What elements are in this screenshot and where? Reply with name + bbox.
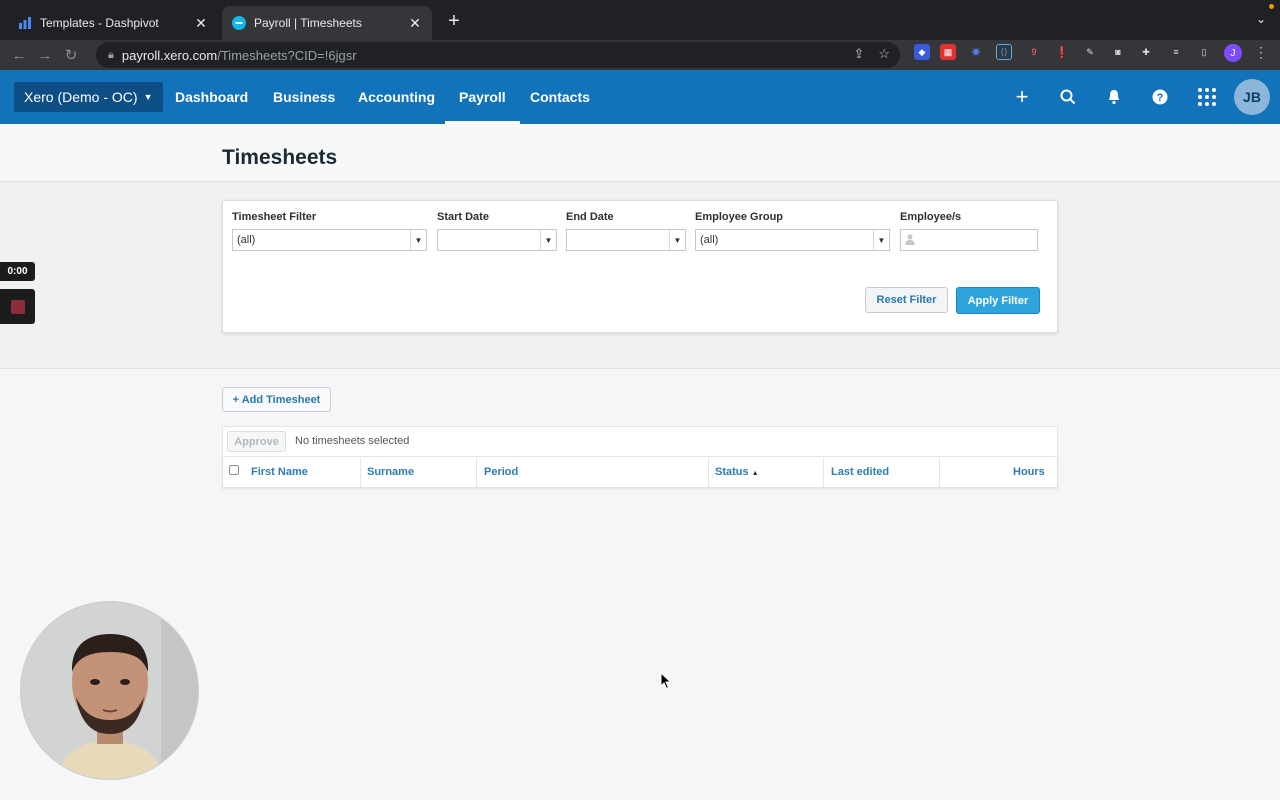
browser-profile-avatar[interactable]: J xyxy=(1224,44,1242,62)
browser-tab-dashpivot[interactable]: Templates - Dashpivot ✕ xyxy=(8,6,218,40)
column-status[interactable]: Status ▲ xyxy=(715,466,759,478)
url-path: /Timesheets?CID=!6jgsr xyxy=(217,47,357,63)
apply-filter-button[interactable]: Apply Filter xyxy=(956,287,1040,314)
add-icon[interactable]: + xyxy=(1009,84,1035,110)
bar-chart-icon xyxy=(19,17,31,29)
dropdown-arrow-icon: ▼ xyxy=(410,230,426,250)
webcam-bubble[interactable] xyxy=(20,601,199,780)
mouse-cursor-icon xyxy=(660,672,672,690)
start-date-picker[interactable]: ▼ xyxy=(437,229,557,251)
side-panel-icon[interactable]: ▯ xyxy=(1196,44,1212,60)
reset-filter-button[interactable]: Reset Filter xyxy=(865,287,948,313)
extension-code-icon[interactable]: ⟨⟩ xyxy=(996,44,1012,60)
help-icon[interactable]: ? xyxy=(1147,84,1173,110)
nav-dashboard[interactable]: Dashboard xyxy=(175,70,248,124)
share-icon[interactable]: ⇪ xyxy=(853,46,864,62)
end-date-picker[interactable]: ▼ xyxy=(566,229,686,251)
extension-pen-icon[interactable]: ✎ xyxy=(1082,44,1098,60)
browser-tab-bar: Templates - Dashpivot ✕ Payroll | Timesh… xyxy=(0,0,1280,40)
camera-icon[interactable]: ◙ xyxy=(1110,44,1126,60)
column-surname[interactable]: Surname xyxy=(367,466,414,478)
caret-down-icon: ▼ xyxy=(143,92,153,102)
reading-list-icon[interactable]: ≡ xyxy=(1168,44,1184,60)
tab-search-chevron-icon[interactable]: ⌄ xyxy=(1256,12,1266,26)
dropdown-arrow-icon: ▼ xyxy=(669,230,685,250)
forward-arrow-icon[interactable]: → xyxy=(32,47,58,64)
page-title-bar xyxy=(0,124,1280,182)
employee-group-value: (all) xyxy=(700,234,719,246)
stop-recording-button[interactable] xyxy=(0,289,35,324)
user-avatar[interactable]: JB xyxy=(1234,79,1270,115)
page-title: Timesheets xyxy=(222,146,338,169)
nav-payroll[interactable]: Payroll xyxy=(445,70,520,124)
extension-shield-icon[interactable]: ◆ xyxy=(914,44,930,60)
column-first-name[interactable]: First Name xyxy=(251,466,308,478)
close-icon[interactable]: ✕ xyxy=(194,15,208,32)
sort-ascending-icon: ▲ xyxy=(751,470,759,477)
column-last-edited[interactable]: Last edited xyxy=(831,466,889,478)
start-date-label: Start Date xyxy=(437,211,489,223)
end-date-label: End Date xyxy=(566,211,614,223)
extension-sparkle-icon[interactable]: ✷ xyxy=(968,44,984,60)
select-all-checkbox[interactable] xyxy=(229,465,239,475)
reload-icon[interactable]: ↻ xyxy=(58,46,84,64)
column-divider xyxy=(708,458,709,487)
nav-business[interactable]: Business xyxy=(273,70,335,124)
employees-input[interactable] xyxy=(900,229,1038,251)
extension-ublock-icon[interactable]: 9 xyxy=(1026,44,1042,60)
column-divider xyxy=(939,458,940,487)
column-status-label: Status xyxy=(715,466,749,478)
employee-group-select[interactable]: (all) ▼ xyxy=(695,229,890,251)
close-icon[interactable]: ✕ xyxy=(408,15,422,32)
timesheet-filter-value: (all) xyxy=(237,234,256,246)
column-period[interactable]: Period xyxy=(484,466,518,478)
tab-title: Templates - Dashpivot xyxy=(40,16,159,30)
column-hours[interactable]: Hours xyxy=(1013,466,1045,478)
selection-status: No timesheets selected xyxy=(295,435,410,447)
timesheet-filter-label: Timesheet Filter xyxy=(232,211,317,223)
recording-timer: 0:00 xyxy=(0,262,35,281)
column-divider xyxy=(360,458,361,487)
extensions-puzzle-icon[interactable]: ✚ xyxy=(1138,44,1154,60)
stop-icon xyxy=(10,299,25,314)
tab-title: Payroll | Timesheets xyxy=(254,16,362,30)
timesheet-filter-select[interactable]: (all) ▼ xyxy=(232,229,427,251)
app-header: Xero (Demo - OC) ▼ Dashboard Business Ac… xyxy=(0,70,1280,124)
column-divider xyxy=(476,458,477,487)
lock-icon: 🔒︎ xyxy=(108,48,114,61)
nav-accounting[interactable]: Accounting xyxy=(358,70,435,124)
dropdown-arrow-icon: ▼ xyxy=(873,230,889,250)
notifications-bell-icon[interactable] xyxy=(1101,84,1127,110)
organisation-switcher[interactable]: Xero (Demo - OC) ▼ xyxy=(14,82,163,112)
dropdown-arrow-icon: ▼ xyxy=(540,230,556,250)
add-timesheet-button[interactable]: + Add Timesheet xyxy=(222,387,331,412)
employees-label: Employee/s xyxy=(900,211,962,223)
extension-info-icon[interactable]: ❗ xyxy=(1054,44,1070,60)
browser-menu-icon[interactable]: ⋮ xyxy=(1254,44,1268,61)
presenter-video-image xyxy=(21,602,198,779)
svg-text:?: ? xyxy=(1157,92,1164,104)
app-launcher-grid-icon[interactable] xyxy=(1194,84,1220,110)
organisation-name: Xero (Demo - OC) xyxy=(24,89,138,105)
person-icon xyxy=(905,234,915,248)
new-tab-button[interactable]: + xyxy=(444,10,464,33)
back-arrow-icon[interactable]: ← xyxy=(6,47,32,64)
column-divider xyxy=(823,458,824,487)
extension-badge: 9 xyxy=(1031,47,1037,57)
employee-group-label: Employee Group xyxy=(695,211,784,223)
timesheets-table-header xyxy=(222,457,1058,488)
extension-calendar-icon[interactable]: ▦ xyxy=(940,44,956,60)
search-icon[interactable] xyxy=(1055,84,1081,110)
address-bar[interactable]: 🔒︎ payroll.xero.com/Timesheets?CID=!6jgs… xyxy=(96,42,900,68)
bookmark-star-icon[interactable]: ☆ xyxy=(878,46,890,62)
browser-tab-payroll[interactable]: Payroll | Timesheets ✕ xyxy=(222,6,432,40)
recording-indicator xyxy=(1269,4,1274,9)
url-host: payroll.xero.com xyxy=(121,47,218,63)
nav-contacts[interactable]: Contacts xyxy=(530,70,590,124)
approve-button[interactable]: Approve xyxy=(227,431,286,452)
xero-logo-icon xyxy=(232,16,246,30)
